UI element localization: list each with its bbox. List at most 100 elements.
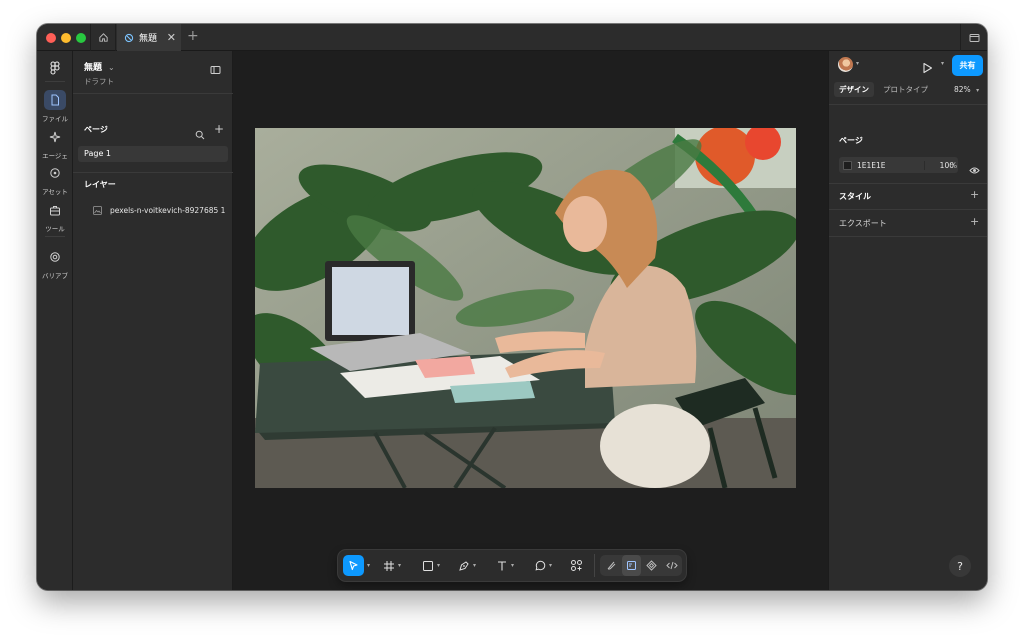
text-tool[interactable]: ▾ (496, 555, 514, 576)
chevron-down-icon[interactable]: ▾ (856, 60, 859, 67)
help-button[interactable]: ? (949, 555, 971, 577)
export-heading: エクスポート (839, 219, 887, 228)
layers-heading: レイヤー (84, 180, 116, 189)
home-icon (98, 33, 108, 42)
divider (829, 183, 987, 184)
prototype-mode-button[interactable] (642, 555, 661, 576)
draw-pencil-icon (607, 561, 616, 570)
comment-bubble-icon (535, 560, 546, 570)
rail-item-label: ファイル (42, 115, 68, 123)
code-brackets-icon (665, 561, 678, 570)
actions-tool[interactable] (570, 555, 583, 576)
file-tab[interactable]: 無題 ✕ (117, 24, 181, 51)
tab-design[interactable]: デザイン (834, 82, 874, 97)
frame-hash-icon (384, 560, 394, 571)
file-name-menu[interactable]: 無題 ⌄ (84, 60, 115, 73)
draw-mode-button[interactable] (602, 555, 621, 576)
move-tool[interactable]: ▾ (343, 555, 370, 576)
app-window: 無題 ✕ + ファイル エージェ アセット ツール バリアブ 無題 ⌄ ドラフト… (37, 24, 987, 590)
share-button[interactable]: 共有 (952, 55, 983, 76)
search-pages-button[interactable] (195, 125, 205, 144)
toggle-visibility-button[interactable] (969, 160, 980, 179)
chevron-down-icon[interactable]: ▾ (367, 562, 370, 569)
sidebar-toggle-icon (210, 66, 221, 74)
close-window-button[interactable] (46, 33, 56, 43)
add-style-button[interactable]: + (970, 188, 979, 201)
divider (829, 209, 987, 210)
components-plus-icon (571, 560, 582, 571)
page-item[interactable]: Page 1 (78, 146, 228, 162)
shape-tool[interactable]: ▾ (422, 555, 440, 576)
rail-item-agent[interactable]: エージェ (37, 127, 73, 160)
assets-icon (44, 163, 66, 183)
toolbar-divider (594, 554, 595, 577)
minimize-window-button[interactable] (61, 33, 71, 43)
file-tab-label: 無題 (139, 34, 158, 44)
agent-icon (44, 127, 66, 147)
close-tab-icon[interactable]: ✕ (167, 31, 176, 44)
chevron-down-icon: ⌄ (108, 63, 115, 72)
chevron-down-icon: ▾ (976, 87, 980, 94)
folder-icon (969, 33, 979, 42)
dev-mode-button[interactable] (662, 555, 681, 576)
page-heading: ページ (839, 136, 863, 145)
tab-prototype[interactable]: プロトタイプ (878, 82, 933, 97)
canvas-image[interactable] (255, 128, 796, 488)
present-button[interactable] (922, 59, 933, 78)
collapse-panel-button[interactable] (210, 60, 221, 79)
page-fill-field[interactable]: 1E1E1E 100 (839, 157, 958, 173)
rail-item-file[interactable]: ファイル (37, 90, 73, 123)
chevron-down-icon[interactable]: ▾ (398, 562, 401, 569)
rail-item-assets[interactable]: アセット (37, 163, 73, 196)
rail-item-variables[interactable]: バリアブ (37, 247, 73, 280)
divider (73, 93, 233, 94)
pages-heading: ページ (84, 125, 108, 134)
rail-divider (45, 236, 65, 237)
pen-tool[interactable]: ▾ (458, 555, 476, 576)
tools-icon (44, 200, 66, 220)
color-swatch[interactable] (843, 160, 852, 170)
styles-heading: スタイル (839, 192, 871, 201)
chevron-down-icon[interactable]: ▾ (437, 562, 440, 569)
design-file-icon (124, 33, 134, 42)
file-icon (44, 90, 66, 110)
diamond-icon (646, 560, 657, 571)
divider (829, 236, 987, 237)
fill-opacity-unit: % (950, 161, 958, 170)
right-panel: ▾ ▾ 共有 デザイン プロトタイプ 82% ▾ ページ 1E1E1E 100 … (828, 51, 987, 590)
eye-icon (969, 167, 980, 174)
chevron-down-icon[interactable]: ▾ (941, 60, 944, 67)
rail-item-label: エージェ (42, 152, 68, 160)
zoom-menu[interactable]: 82% ▾ (954, 85, 979, 94)
cursor-arrow-icon (343, 555, 364, 576)
fill-hex-value[interactable]: 1E1E1E (857, 161, 924, 170)
file-browser-button[interactable] (960, 24, 987, 51)
tool-rail: ファイル エージェ アセット ツール バリアブ (37, 51, 73, 590)
figma-logo-icon[interactable] (50, 60, 60, 79)
canvas[interactable] (233, 51, 828, 590)
home-tab[interactable] (90, 24, 116, 51)
rail-divider (45, 81, 65, 82)
layer-item[interactable]: pexels-n-voitkevich-8927685 1 (93, 206, 225, 215)
new-tab-button[interactable]: + (187, 28, 199, 44)
avatar[interactable] (838, 57, 853, 72)
zoom-window-button[interactable] (76, 33, 86, 43)
design-mode-button[interactable] (622, 555, 641, 576)
frame-tool[interactable]: ▾ (383, 555, 401, 576)
bottom-toolbar: ▾ ▾ ▾ ▾ ▾ ▾ (338, 550, 686, 581)
design-mode-icon (627, 561, 636, 570)
mode-switcher (600, 555, 682, 576)
title-bar: 無題 ✕ + (37, 24, 987, 51)
chevron-down-icon[interactable]: ▾ (549, 562, 552, 569)
rail-item-tools[interactable]: ツール (37, 200, 73, 233)
add-export-button[interactable]: + (970, 215, 979, 228)
chevron-down-icon[interactable]: ▾ (511, 562, 514, 569)
search-icon (195, 130, 205, 140)
pen-nib-icon (459, 560, 469, 571)
comment-tool[interactable]: ▾ (534, 555, 552, 576)
left-panel: 無題 ⌄ ドラフト ページ + Page 1 レイヤー pexels-n-voit… (73, 51, 233, 590)
chevron-down-icon[interactable]: ▾ (473, 562, 476, 569)
divider (829, 104, 987, 105)
add-page-button[interactable]: + (214, 122, 224, 136)
play-icon (923, 62, 933, 74)
